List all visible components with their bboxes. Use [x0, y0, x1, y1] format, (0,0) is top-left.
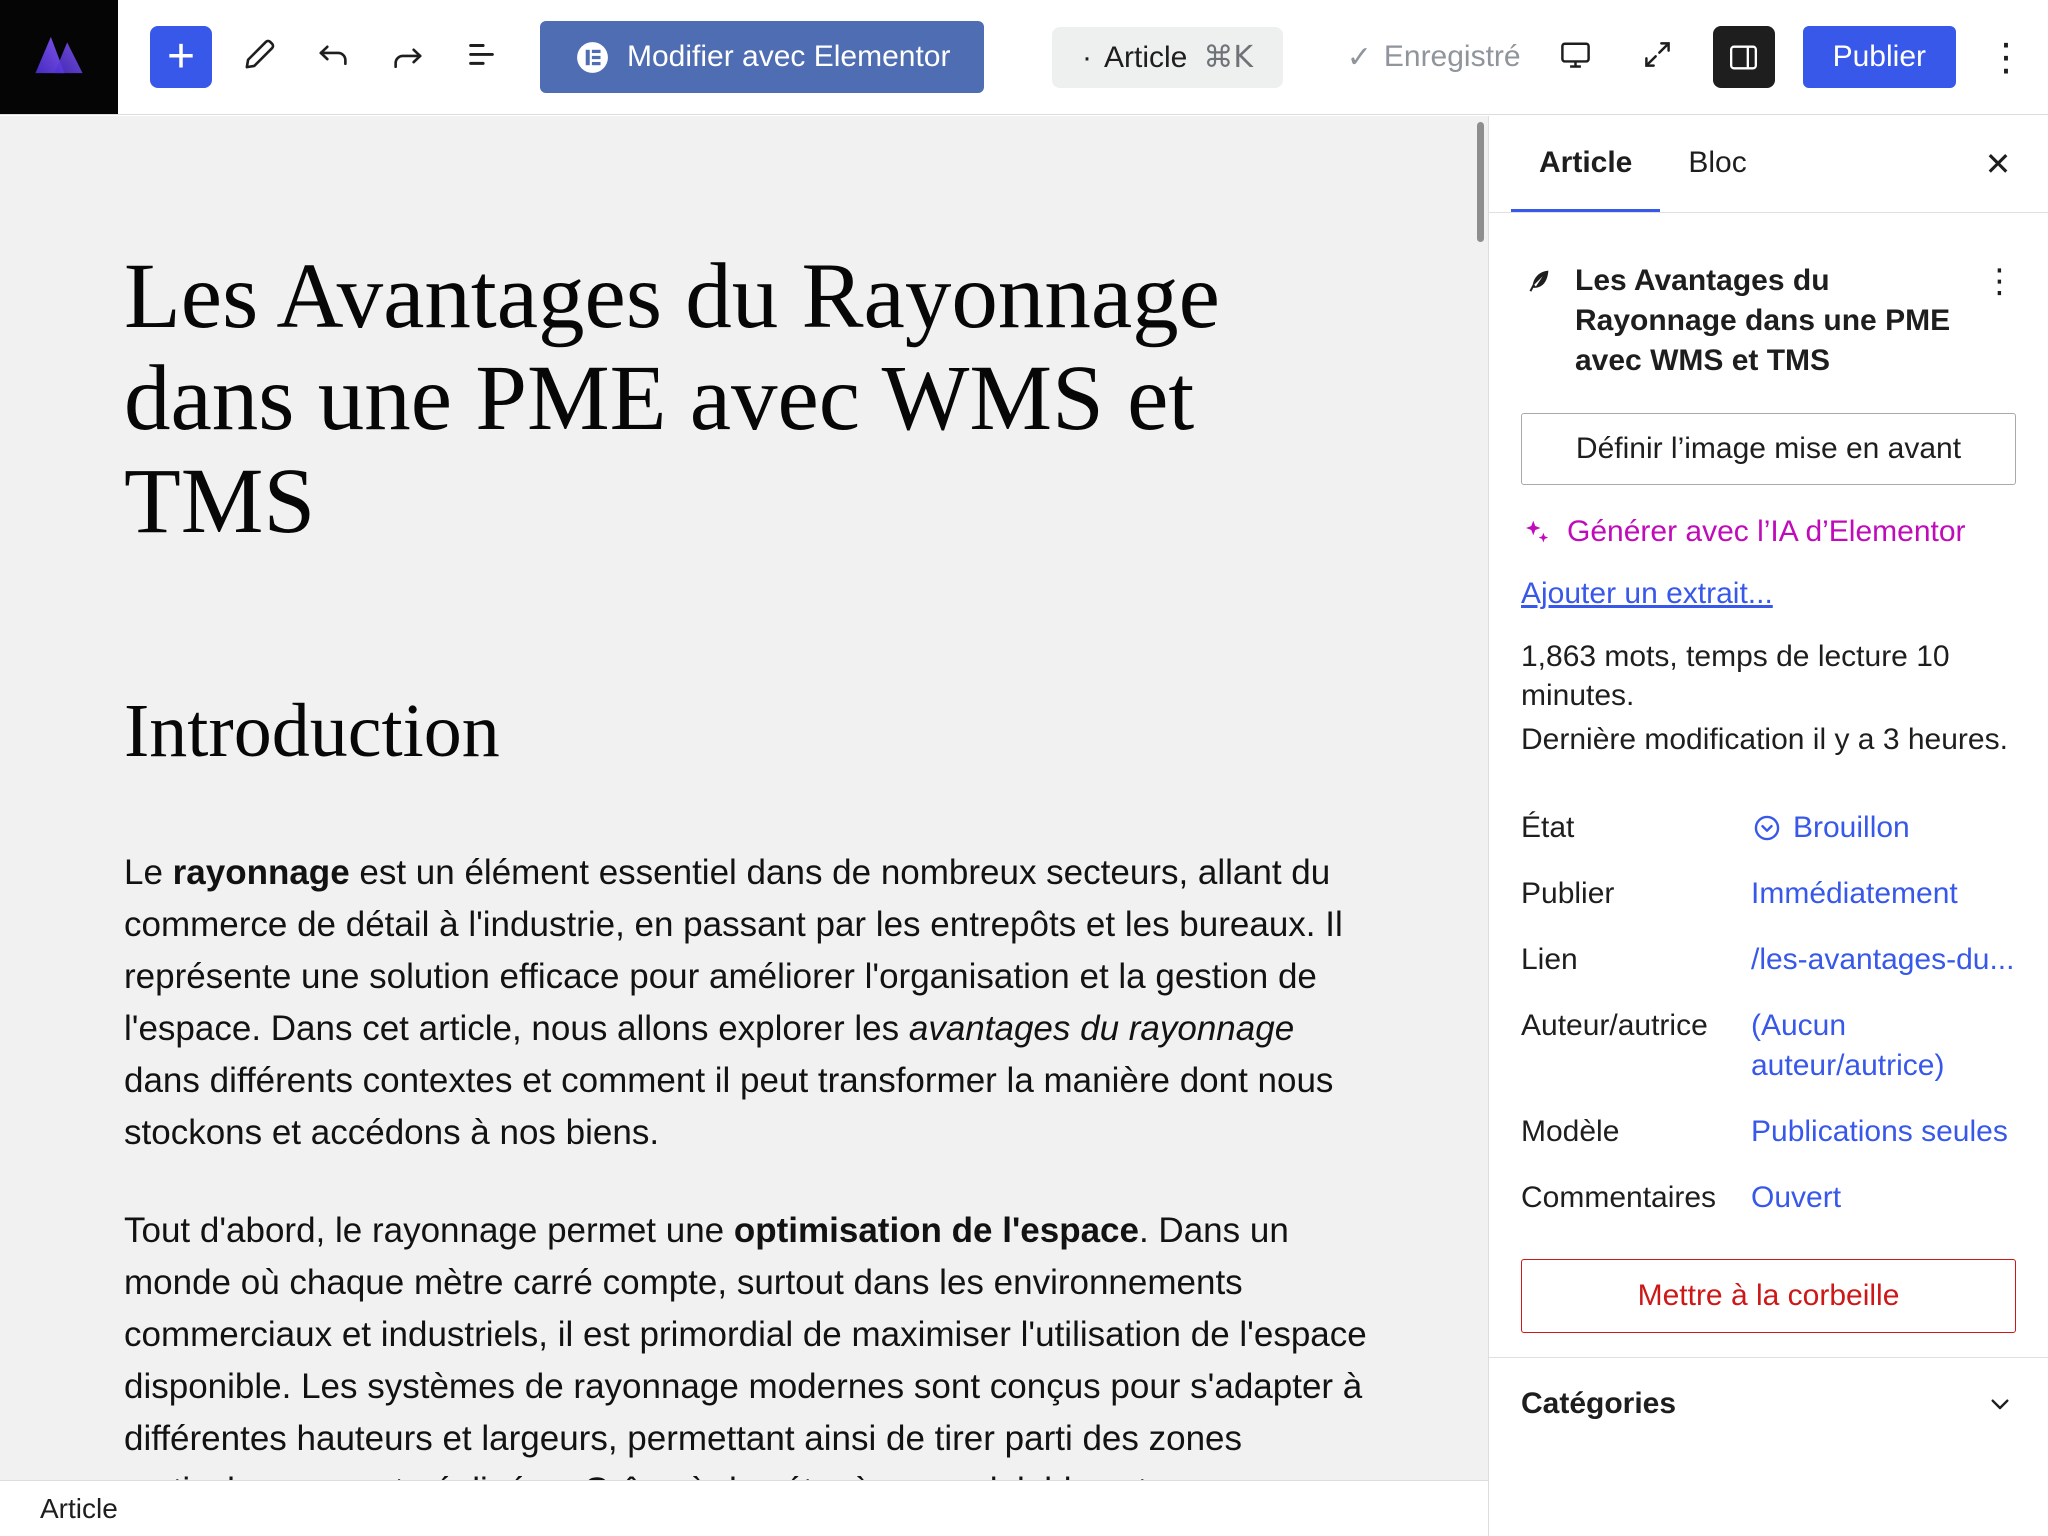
- settings-sidebar-toggle[interactable]: [1713, 26, 1775, 88]
- options-menu-button[interactable]: ⋮: [1984, 35, 2028, 79]
- trash-button[interactable]: Mettre à la corbeille: [1521, 1259, 2016, 1333]
- fullscreen-button[interactable]: [1631, 30, 1685, 84]
- categories-label: Catégories: [1521, 1387, 1676, 1421]
- post-card: Les Avantages du Rayonnage dans une PME …: [1521, 261, 2016, 381]
- row-author-label: Auteur/autrice: [1521, 1006, 1751, 1046]
- elementor-logo-icon: [574, 39, 611, 76]
- check-icon: ✓: [1347, 40, 1372, 75]
- post-settings-rows: État Brouillon Publier Immédiatement: [1521, 795, 2016, 1231]
- redo-button[interactable]: [380, 30, 434, 84]
- row-comments: Commentaires Ouvert: [1521, 1165, 2016, 1231]
- command-palette-title: Article: [1104, 41, 1187, 75]
- featured-image-button[interactable]: Définir l’image mise en avant: [1521, 413, 2016, 485]
- saved-label: Enregistré: [1384, 40, 1521, 74]
- redo-icon: [389, 39, 426, 76]
- chevron-down-icon: [1984, 1388, 2016, 1420]
- publish-date-value-button[interactable]: Immédiatement: [1751, 874, 1958, 914]
- document-breadcrumb-bar: Article: [0, 1480, 1488, 1536]
- publish-button[interactable]: Publier: [1803, 26, 1956, 88]
- toolbar-right-group: ✓ Enregistré: [1347, 26, 2048, 88]
- plus-icon: +: [167, 33, 195, 81]
- editor-canvas[interactable]: Les Avantages du Rayonnage dans une PME …: [0, 116, 1488, 1480]
- elementor-ai-label: Générer avec l’IA d’Elementor: [1567, 515, 1966, 549]
- command-palette-button[interactable]: · Article ⌘K: [1052, 27, 1283, 88]
- undo-icon: [315, 36, 352, 78]
- canvas-scrollbar-thumb[interactable]: [1477, 122, 1484, 242]
- row-template: Modèle Publications seules: [1521, 1099, 2016, 1165]
- block-inserter-button[interactable]: +: [150, 26, 212, 88]
- post-title[interactable]: Les Avantages du Rayonnage dans une PME …: [124, 246, 1334, 553]
- elementor-ai-generate-link[interactable]: Générer avec l’IA d’Elementor: [1521, 515, 2016, 549]
- tab-bloc[interactable]: Bloc: [1660, 116, 1774, 212]
- site-logo[interactable]: [0, 0, 118, 114]
- sidebar-post-title: Les Avantages du Rayonnage dans une PME …: [1575, 261, 1966, 381]
- post-content: Les Avantages du Rayonnage dans une PME …: [0, 116, 1488, 1480]
- row-status: État Brouillon: [1521, 795, 2016, 861]
- permalink-value-button[interactable]: /les-avantages-du...: [1751, 940, 2014, 980]
- undo-button[interactable]: [306, 30, 360, 84]
- row-template-label: Modèle: [1521, 1112, 1751, 1152]
- sparkles-icon: [1521, 516, 1553, 548]
- post-paragraph-2[interactable]: Tout d'abord, le rayonnage permet une op…: [124, 1205, 1379, 1480]
- desktop-preview-icon: [1557, 36, 1594, 78]
- expand-icon: [1639, 36, 1676, 78]
- status-value-label: Brouillon: [1793, 808, 1910, 848]
- edit-tool-button[interactable]: [232, 30, 286, 84]
- categories-panel-toggle[interactable]: Catégories: [1489, 1358, 2048, 1450]
- list-view-icon: [463, 36, 500, 78]
- post-paragraph-1[interactable]: Le rayonnage est un élément essentiel da…: [124, 847, 1379, 1159]
- command-palette-dot: ·: [1082, 41, 1092, 75]
- last-modified-text: Dernière modification il y a 3 heures.: [1521, 720, 2016, 759]
- row-comments-label: Commentaires: [1521, 1178, 1751, 1218]
- row-author: Auteur/autrice (Aucun auteur/autrice): [1521, 993, 2016, 1099]
- draft-status-icon: [1751, 808, 1783, 844]
- post-feather-icon: [1521, 261, 1569, 303]
- edit-with-elementor-button[interactable]: Modifier avec Elementor: [540, 21, 984, 93]
- site-logo-icon: [30, 26, 88, 89]
- author-value-button[interactable]: (Aucun auteur/autrice): [1751, 1006, 2016, 1086]
- saved-status[interactable]: ✓ Enregistré: [1347, 40, 1521, 75]
- status-value-button[interactable]: Brouillon: [1751, 808, 1910, 848]
- document-overview-button[interactable]: [454, 30, 508, 84]
- template-value-button[interactable]: Publications seules: [1751, 1112, 2008, 1152]
- row-link: Lien /les-avantages-du...: [1521, 927, 2016, 993]
- edit-with-elementor-label: Modifier avec Elementor: [627, 40, 950, 74]
- row-status-label: État: [1521, 808, 1751, 848]
- post-summary-panel: Les Avantages du Rayonnage dans une PME …: [1489, 213, 2048, 1358]
- add-excerpt-link[interactable]: Ajouter un extrait...: [1521, 577, 1773, 611]
- post-actions-menu-button[interactable]: ⋮: [1972, 261, 2016, 301]
- pencil-icon: [241, 36, 278, 78]
- command-shortcut: ⌘K: [1203, 40, 1253, 75]
- row-publish-date: Publier Immédiatement: [1521, 861, 2016, 927]
- preview-button[interactable]: [1549, 30, 1603, 84]
- wordpress-block-editor: +: [0, 0, 2048, 1536]
- word-count-text: 1,863 mots, temps de lecture 10 minutes.: [1521, 637, 2016, 715]
- comments-value-button[interactable]: Ouvert: [1751, 1178, 1841, 1218]
- tab-article[interactable]: Article: [1511, 116, 1660, 212]
- sidebar-panel-icon: [1725, 39, 1762, 76]
- close-sidebar-button[interactable]: ✕: [1974, 140, 2022, 188]
- row-publish-label: Publier: [1521, 874, 1751, 914]
- editor-toolbar: +: [0, 0, 2048, 115]
- heading-introduction[interactable]: Introduction: [124, 688, 1488, 775]
- sidebar-tabs: Article Bloc ✕: [1489, 116, 2048, 213]
- toolbar-left-group: +: [150, 21, 984, 93]
- breadcrumb-post-type[interactable]: Article: [40, 1493, 118, 1525]
- row-link-label: Lien: [1521, 940, 1751, 980]
- settings-sidebar: Article Bloc ✕ Les Avantages du Rayonnag…: [1488, 116, 2048, 1536]
